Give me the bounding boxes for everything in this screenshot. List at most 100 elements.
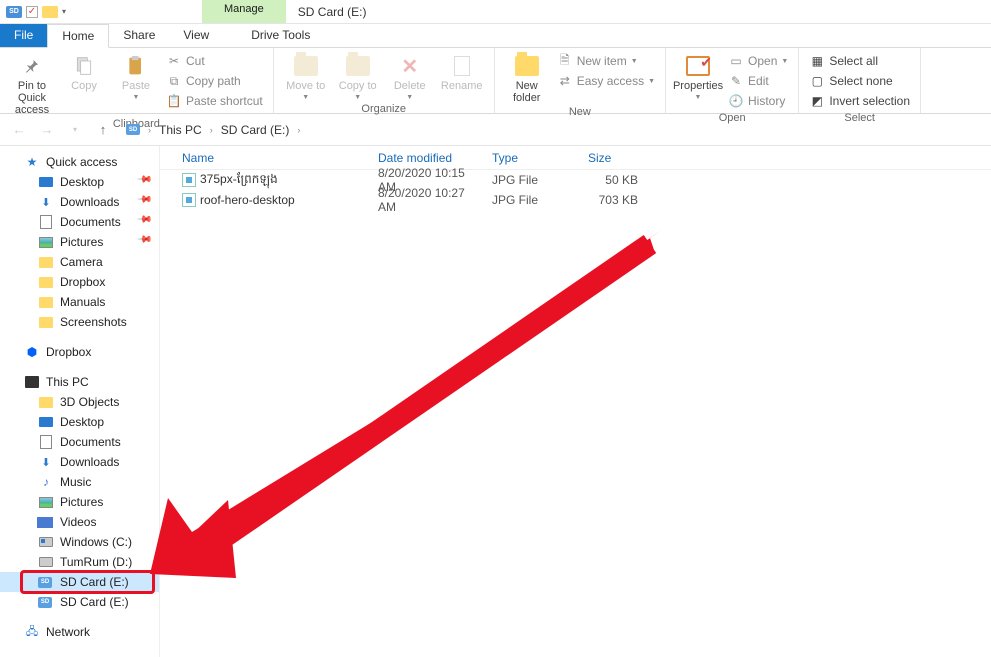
file-name-cell: roof-hero-desktop [160,193,370,207]
invert-selection-icon: ◩ [809,93,825,109]
nav-this-pc[interactable]: This PC [0,372,159,392]
delete-button[interactable]: ✕Delete▼ [386,50,434,101]
nav-item[interactable]: TumRum (D:) [0,552,159,572]
pin-icon: 📌 [136,211,158,233]
tab-file[interactable]: File [0,24,47,47]
nav-item[interactable]: ⬇Downloads📌 [0,192,159,212]
col-name[interactable]: Name [160,151,370,165]
new-item-button[interactable]: 🗎New item ▼ [555,52,657,70]
pin-to-quick-access-button[interactable]: Pin to Quick access [8,50,56,116]
copy-to-button[interactable]: Copy to▼ [334,50,382,101]
nav-item[interactable]: ⬇ Downloads [0,452,159,472]
tab-share[interactable]: Share [109,24,169,47]
sd-card-icon: SD [126,124,140,135]
paste-shortcut-button[interactable]: 📋Paste shortcut [164,92,265,110]
image-file-icon [182,173,196,187]
col-type[interactable]: Type [484,151,580,165]
tab-view[interactable]: View [169,24,223,47]
copy-icon [70,54,98,78]
group-select: ▦Select all ▢Select none ◩Invert selecti… [799,48,921,113]
nav-item[interactable]: Desktop📌 [0,172,159,192]
nav-item-label: Desktop [60,175,104,189]
window-title: SD Card (E:) [286,5,379,19]
invert-selection-button[interactable]: ◩Invert selection [807,92,912,110]
chevron-right-icon[interactable]: › [208,125,215,135]
easy-access-button[interactable]: ⇄Easy access ▼ [555,72,657,90]
breadcrumb[interactable]: SD › This PC › SD Card (E:) › [120,118,308,142]
rename-button[interactable]: Rename [438,50,486,92]
paste-label: Paste [122,80,150,92]
group-new-label: New [503,104,657,120]
new-folder-button[interactable]: New folder [503,50,551,104]
nav-item-label: Downloads [60,455,119,469]
pin-icon: 📌 [136,191,158,213]
copy-path-button[interactable]: ⧉Copy path [164,72,265,90]
file-size: 50 KB [580,173,646,187]
move-to-button[interactable]: Move to▼ [282,50,330,101]
nav-item-label: Manuals [60,295,105,309]
nav-network[interactable]: 🖧Network [0,622,159,642]
nav-network-label: Network [46,625,90,639]
breadcrumb-sdcard[interactable]: SD Card (E:) [219,121,292,139]
nav-item[interactable]: Dropbox [0,272,159,292]
chevron-right-icon[interactable]: › [295,125,302,135]
file-row[interactable]: 375px-ព្រែកឡុង8/20/2020 10:15 AMJPG File… [160,170,991,190]
history-button[interactable]: 🕘History [726,92,790,110]
recent-button[interactable]: ▾ [64,119,86,141]
nav-item-label: Music [60,475,91,489]
group-open: Properties▼ ▭Open ▼ ✎Edit 🕘History Open [666,48,799,113]
chevron-right-icon[interactable]: › [146,125,153,135]
edit-button[interactable]: ✎Edit [726,72,790,90]
col-date[interactable]: Date modified [370,151,484,165]
tab-drive-tools[interactable]: Drive Tools [237,24,324,47]
nav-item[interactable]: Videos [0,512,159,532]
back-button[interactable]: ← [8,119,30,141]
nav-dropbox[interactable]: ⬢Dropbox [0,342,159,362]
music-icon: ♪ [38,475,54,489]
select-none-button[interactable]: ▢Select none [807,72,912,90]
copy-to-icon [344,54,372,78]
nav-item[interactable]: Screenshots [0,312,159,332]
nav-item[interactable]: Documents📌 [0,212,159,232]
nav-item[interactable]: Pictures📌 [0,232,159,252]
nav-item[interactable]: Camera [0,252,159,272]
col-size[interactable]: Size [580,151,646,165]
pin-label: Pin to Quick access [8,80,56,116]
sd-card-icon: SD [6,6,22,18]
nav-pane[interactable]: ★Quick access Desktop📌⬇Downloads📌Documen… [0,146,160,657]
file-list-pane[interactable]: Name Date modified Type Size 375px-ព្រែក… [160,146,991,657]
open-button[interactable]: ▭Open ▼ [726,52,790,70]
nav-item[interactable]: SDSD Card (E:) [0,592,159,612]
nav-item[interactable]: Documents [0,432,159,452]
nav-item[interactable]: Manuals [0,292,159,312]
nav-item-label: Camera [60,255,103,269]
nav-quick-access[interactable]: ★Quick access [0,152,159,172]
nav-item[interactable]: Pictures [0,492,159,512]
download-icon: ⬇ [38,455,54,469]
qat-checkbox[interactable]: ✓ [26,6,38,18]
qat-dropdown-icon[interactable]: ▾ [62,7,66,16]
properties-button[interactable]: Properties▼ [674,50,722,101]
easy-access-icon: ⇄ [557,73,573,89]
nav-item[interactable]: ♪ Music [0,472,159,492]
forward-button[interactable]: → [36,119,58,141]
group-organize-label: Organize [282,101,486,117]
nav-item[interactable]: 3D Objects [0,392,159,412]
folder-icon [38,395,54,409]
tab-home[interactable]: Home [47,24,109,48]
breadcrumb-thispc[interactable]: This PC [157,121,204,139]
up-button[interactable]: ↑ [92,119,114,141]
nav-item[interactable]: Windows (C:) [0,532,159,552]
nav-item[interactable]: Desktop [0,412,159,432]
copy-to-label: Copy to [339,80,377,92]
file-row[interactable]: roof-hero-desktop8/20/2020 10:27 AMJPG F… [160,190,991,210]
open-label: Open [748,54,777,68]
chevron-down-icon: ▼ [302,94,309,101]
copy-button[interactable]: Copy [60,50,108,92]
nav-item-label: Videos [60,515,96,529]
document-icon [38,215,54,229]
select-all-button[interactable]: ▦Select all [807,52,912,70]
paste-button[interactable]: Paste ▼ [112,50,160,101]
cut-button[interactable]: ✂Cut [164,52,265,70]
nav-item[interactable]: SDSD Card (E:) [0,572,159,592]
